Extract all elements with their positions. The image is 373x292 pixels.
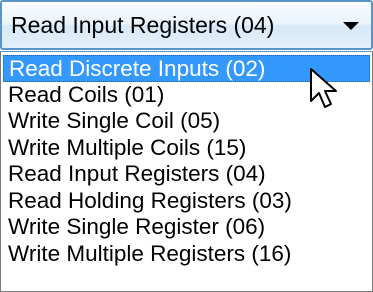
function-code-combobox[interactable]: Read Input Registers (04) <box>0 0 373 50</box>
dropdown-option-read-input-registers[interactable]: Read Input Registers (04) <box>1 161 372 188</box>
dropdown-option-read-holding-registers[interactable]: Read Holding Registers (03) <box>1 188 372 215</box>
mouse-pointer-icon <box>309 67 339 111</box>
dropdown-option-write-single-coil[interactable]: Write Single Coil (05) <box>1 108 372 135</box>
dropdown-option-write-multiple-registers[interactable]: Write Multiple Registers (16) <box>1 241 372 268</box>
dropdown-option-write-multiple-coils[interactable]: Write Multiple Coils (15) <box>1 135 372 162</box>
dropdown-option-write-single-register[interactable]: Write Single Register (06) <box>1 214 372 241</box>
chevron-down-icon[interactable] <box>337 8 365 42</box>
combobox-selected-value: Read Input Registers (04) <box>11 12 275 38</box>
